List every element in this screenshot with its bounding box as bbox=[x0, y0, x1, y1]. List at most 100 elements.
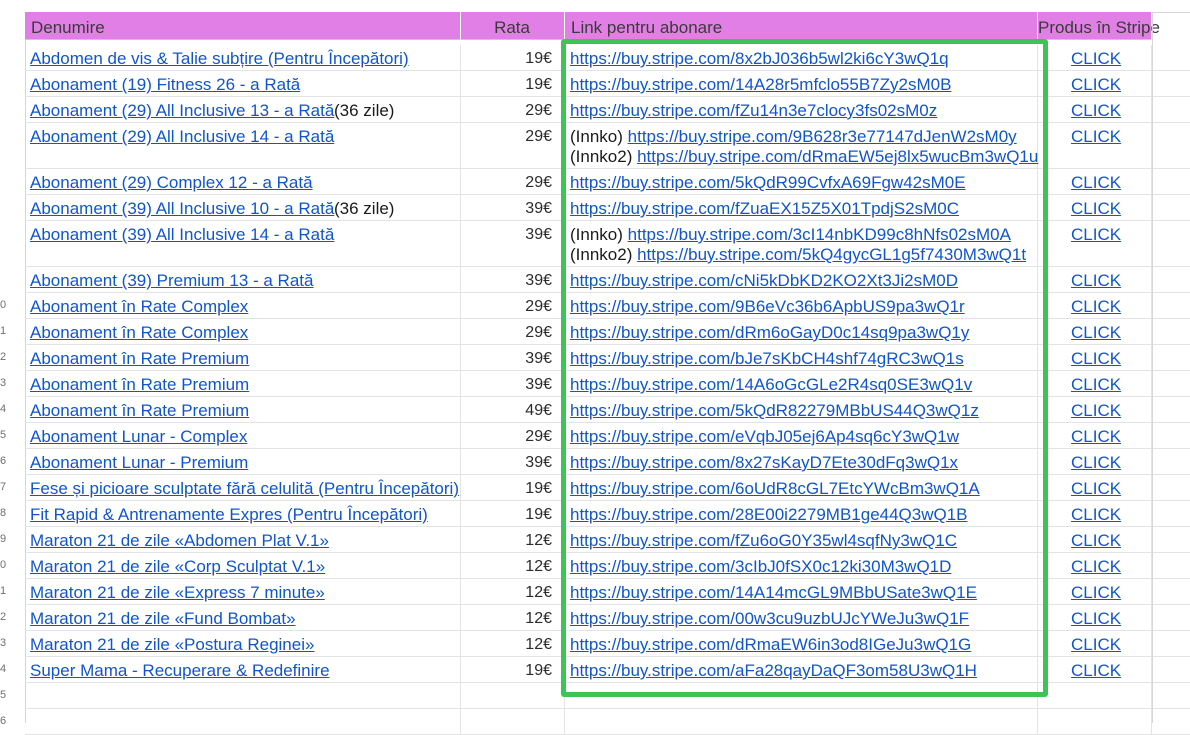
product-name-link[interactable]: Maraton 21 de zile «Abdomen Plat V.1» bbox=[30, 531, 329, 551]
stripe-cell[interactable]: CLICK bbox=[1038, 221, 1152, 266]
stripe-cell[interactable]: CLICK bbox=[1038, 97, 1152, 122]
name-cell[interactable]: Abonament (39) Premium 13 - a Rată bbox=[25, 267, 461, 292]
name-cell[interactable]: Maraton 21 de zile «Express 7 minute» bbox=[25, 579, 461, 604]
stripe-cell[interactable] bbox=[1038, 709, 1152, 734]
stripe-payment-link[interactable]: https://buy.stripe.com/aFa28qayDaQF3om58… bbox=[570, 661, 977, 680]
link-cell[interactable]: https://buy.stripe.com/eVqbJ05ej6Ap4sq6c… bbox=[565, 423, 1038, 448]
rate-cell[interactable] bbox=[461, 709, 565, 734]
name-cell[interactable]: Abonament (29) Complex 12 - a Rată bbox=[25, 169, 461, 194]
rate-cell[interactable]: 39€ bbox=[461, 345, 565, 370]
stripe-product-link[interactable]: CLICK bbox=[1071, 609, 1121, 629]
stripe-product-link[interactable]: CLICK bbox=[1071, 401, 1121, 421]
stripe-cell[interactable]: CLICK bbox=[1038, 267, 1152, 292]
stripe-payment-link[interactable]: https://buy.stripe.com/dRm6oGayD0c14sq9p… bbox=[570, 323, 969, 342]
name-cell[interactable]: Abonament în Rate Premium bbox=[25, 397, 461, 422]
rate-cell[interactable]: 19€ bbox=[461, 501, 565, 526]
stripe-cell[interactable]: CLICK bbox=[1038, 501, 1152, 526]
link-cell[interactable]: https://buy.stripe.com/bJe7sKbCH4shf74gR… bbox=[565, 345, 1038, 370]
link-cell[interactable]: https://buy.stripe.com/8x2bJ036b5wl2ki6c… bbox=[565, 45, 1038, 70]
link-cell[interactable]: (Innko) https://buy.stripe.com/9B628r3e7… bbox=[565, 123, 1038, 168]
name-cell[interactable]: Maraton 21 de zile «Postura Reginei» bbox=[25, 631, 461, 656]
product-name-link[interactable]: Abonament (19) Fitness 26 - a Rată bbox=[30, 75, 300, 95]
stripe-product-link[interactable]: CLICK bbox=[1071, 271, 1121, 291]
product-name-link[interactable]: Abdomen de vis & Talie subțire (Pentru Î… bbox=[30, 49, 409, 69]
stripe-payment-link[interactable]: https://buy.stripe.com/5kQ4gycGL1g5f7430… bbox=[637, 245, 1026, 264]
stripe-cell[interactable]: CLICK bbox=[1038, 579, 1152, 604]
link-cell[interactable] bbox=[565, 683, 1038, 708]
header-cell-rate[interactable]: Rata bbox=[461, 12, 565, 40]
product-name-link[interactable]: Abonament (29) Complex 12 - a Rată bbox=[30, 173, 313, 193]
stripe-payment-link[interactable]: https://buy.stripe.com/3cI14nbKD99c8hNfs… bbox=[628, 225, 1011, 244]
stripe-product-link[interactable]: CLICK bbox=[1071, 127, 1121, 147]
stripe-cell[interactable]: CLICK bbox=[1038, 293, 1152, 318]
rate-cell[interactable]: 29€ bbox=[461, 169, 565, 194]
name-cell[interactable]: Abonament în Rate Complex bbox=[25, 319, 461, 344]
name-cell[interactable]: Maraton 21 de zile «Corp Sculptat V.1» bbox=[25, 553, 461, 578]
stripe-cell[interactable]: CLICK bbox=[1038, 475, 1152, 500]
stripe-cell[interactable]: CLICK bbox=[1038, 195, 1152, 220]
header-cell-stripe[interactable]: Produs în Stripe bbox=[1038, 12, 1160, 40]
name-cell[interactable]: Fit Rapid & Antrenamente Expres (Pentru … bbox=[25, 501, 461, 526]
stripe-product-link[interactable]: CLICK bbox=[1071, 75, 1121, 95]
rate-cell[interactable]: 29€ bbox=[461, 293, 565, 318]
link-cell[interactable]: https://buy.stripe.com/5kQdR99CvfxA69Fgw… bbox=[565, 169, 1038, 194]
stripe-payment-link[interactable]: https://buy.stripe.com/bJe7sKbCH4shf74gR… bbox=[570, 349, 964, 368]
product-name-link[interactable]: Abonament în Rate Complex bbox=[30, 323, 248, 343]
stripe-payment-link[interactable]: https://buy.stripe.com/6oUdR8cGL7EtcYWcB… bbox=[570, 479, 980, 498]
stripe-product-link[interactable]: CLICK bbox=[1071, 427, 1121, 447]
stripe-product-link[interactable]: CLICK bbox=[1071, 557, 1121, 577]
link-cell[interactable]: https://buy.stripe.com/8x27sKayD7Ete30dF… bbox=[565, 449, 1038, 474]
product-name-link[interactable]: Abonament (29) All Inclusive 13 - a Rată bbox=[30, 101, 334, 121]
stripe-payment-link[interactable]: https://buy.stripe.com/fZu14n3e7clocy3fs… bbox=[570, 101, 937, 120]
name-cell[interactable]: Abonament în Rate Premium bbox=[25, 371, 461, 396]
stripe-payment-link[interactable]: https://buy.stripe.com/9B628r3e77147dJen… bbox=[628, 127, 1017, 146]
product-name-link[interactable]: Abonament în Rate Premium bbox=[30, 375, 249, 395]
rate-cell[interactable]: 19€ bbox=[461, 45, 565, 70]
link-cell[interactable]: https://buy.stripe.com/aFa28qayDaQF3om58… bbox=[565, 657, 1038, 682]
stripe-product-link[interactable]: CLICK bbox=[1071, 505, 1121, 525]
stripe-product-link[interactable]: CLICK bbox=[1071, 49, 1121, 69]
stripe-cell[interactable]: CLICK bbox=[1038, 319, 1152, 344]
product-name-link[interactable]: Abonament în Rate Premium bbox=[30, 349, 249, 369]
stripe-payment-link[interactable]: https://buy.stripe.com/fZu6oG0Y35wl4sqfN… bbox=[570, 531, 957, 550]
product-name-link[interactable]: Maraton 21 de zile «Fund Bombat» bbox=[30, 609, 296, 629]
stripe-payment-link[interactable]: https://buy.stripe.com/8x27sKayD7Ete30dF… bbox=[570, 453, 958, 472]
stripe-product-link[interactable]: CLICK bbox=[1071, 453, 1121, 473]
stripe-cell[interactable]: CLICK bbox=[1038, 631, 1152, 656]
link-cell[interactable]: https://buy.stripe.com/3cIbJ0fSX0c12ki30… bbox=[565, 553, 1038, 578]
link-cell[interactable]: https://buy.stripe.com/fZu14n3e7clocy3fs… bbox=[565, 97, 1038, 122]
stripe-product-link[interactable]: CLICK bbox=[1071, 349, 1121, 369]
link-cell[interactable]: https://buy.stripe.com/5kQdR82279MBbUS44… bbox=[565, 397, 1038, 422]
name-cell[interactable]: Abonament (39) All Inclusive 14 - a Rată bbox=[25, 221, 461, 266]
stripe-cell[interactable]: CLICK bbox=[1038, 397, 1152, 422]
name-cell[interactable]: Abonament Lunar - Premium bbox=[25, 449, 461, 474]
link-cell[interactable]: https://buy.stripe.com/28E00i2279MB1ge44… bbox=[565, 501, 1038, 526]
stripe-payment-link[interactable]: https://buy.stripe.com/14A14mcGL9MBbUSat… bbox=[570, 583, 977, 602]
stripe-payment-link[interactable]: https://buy.stripe.com/cNi5kDbKD2KO2Xt3J… bbox=[570, 271, 958, 290]
stripe-product-link[interactable]: CLICK bbox=[1071, 173, 1121, 193]
stripe-payment-link[interactable]: https://buy.stripe.com/dRmaEW5ej8lx5wucB… bbox=[637, 147, 1038, 166]
stripe-product-link[interactable]: CLICK bbox=[1071, 635, 1121, 655]
rate-cell[interactable]: 19€ bbox=[461, 71, 565, 96]
name-cell[interactable]: Abonament (39) All Inclusive 10 - a Rată… bbox=[25, 195, 461, 220]
stripe-payment-link[interactable]: https://buy.stripe.com/8x2bJ036b5wl2ki6c… bbox=[570, 49, 949, 68]
link-cell[interactable]: https://buy.stripe.com/6oUdR8cGL7EtcYWcB… bbox=[565, 475, 1038, 500]
stripe-product-link[interactable]: CLICK bbox=[1071, 323, 1121, 343]
stripe-payment-link[interactable]: https://buy.stripe.com/14A28r5mfclo55B7Z… bbox=[570, 75, 951, 94]
rate-cell[interactable]: 12€ bbox=[461, 579, 565, 604]
stripe-product-link[interactable]: CLICK bbox=[1071, 297, 1121, 317]
stripe-payment-link[interactable]: https://buy.stripe.com/5kQdR99CvfxA69Fgw… bbox=[570, 173, 966, 192]
rate-cell[interactable]: 39€ bbox=[461, 371, 565, 396]
stripe-product-link[interactable]: CLICK bbox=[1071, 225, 1121, 245]
stripe-cell[interactable] bbox=[1038, 683, 1152, 708]
product-name-link[interactable]: Fit Rapid & Antrenamente Expres (Pentru … bbox=[30, 505, 428, 525]
name-cell[interactable]: Abonament (29) All Inclusive 13 - a Rată… bbox=[25, 97, 461, 122]
link-cell[interactable]: https://buy.stripe.com/9B6eVc36b6ApbUS9p… bbox=[565, 293, 1038, 318]
stripe-cell[interactable]: CLICK bbox=[1038, 605, 1152, 630]
name-cell[interactable]: Maraton 21 de zile «Abdomen Plat V.1» bbox=[25, 527, 461, 552]
stripe-cell[interactable]: CLICK bbox=[1038, 553, 1152, 578]
name-cell[interactable] bbox=[25, 683, 461, 708]
stripe-product-link[interactable]: CLICK bbox=[1071, 199, 1121, 219]
rate-cell[interactable]: 29€ bbox=[461, 123, 565, 168]
stripe-product-link[interactable]: CLICK bbox=[1071, 375, 1121, 395]
